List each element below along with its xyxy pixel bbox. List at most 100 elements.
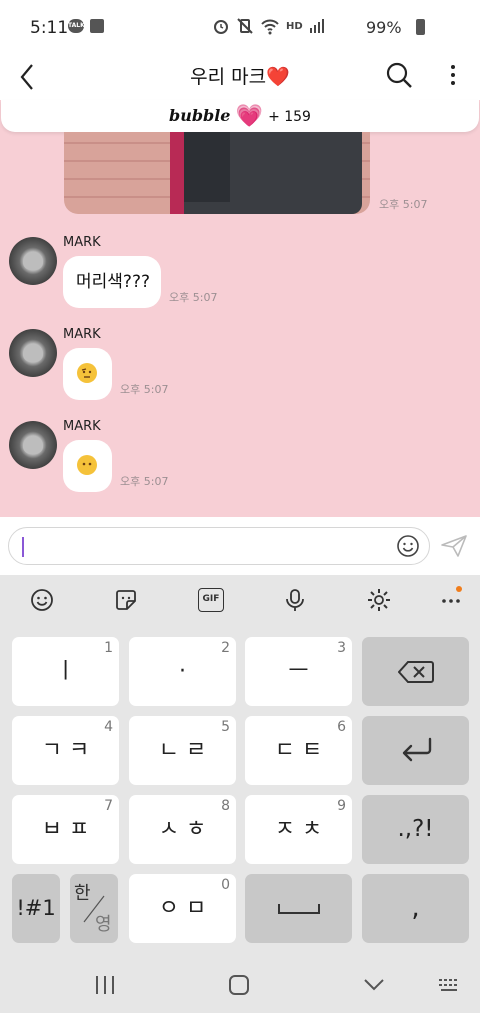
key-i[interactable]: ㅣ1 (12, 637, 119, 706)
key-label: ㅇ ㅁ (158, 896, 207, 921)
gif-icon[interactable]: GIF (198, 588, 224, 612)
message-input[interactable] (8, 527, 430, 565)
message-time: 오후 5:07 (379, 198, 428, 211)
status-bar: 5:11 TALK HD 99% (0, 0, 480, 54)
sticker-icon[interactable] (113, 587, 139, 613)
enter-icon (402, 737, 431, 762)
more-vertical-icon[interactable] (444, 60, 462, 90)
sender-name: MARK (63, 327, 101, 342)
lang-english-label: 영 (95, 914, 112, 935)
backspace-key[interactable] (362, 637, 469, 706)
emoji-icon[interactable] (29, 587, 55, 613)
signal-icon (309, 19, 324, 33)
search-icon[interactable] (384, 60, 414, 90)
key-dot[interactable]: · 2 (129, 637, 236, 706)
space-key[interactable] (245, 874, 352, 943)
message-time: 오후 5:07 (120, 383, 169, 396)
enter-key[interactable] (362, 716, 469, 785)
alarm-icon (214, 20, 228, 34)
language-switch-key[interactable]: 한 영 (70, 874, 118, 943)
send-icon[interactable] (440, 534, 468, 558)
key-bieup-pieup[interactable]: ㅂ ㅍ 7 (12, 795, 119, 864)
key-label: ㅈ ㅊ (274, 817, 323, 842)
key-nieun-rieul[interactable]: ㄴ ㄹ 5 (129, 716, 236, 785)
wifi-icon (261, 19, 279, 35)
home-icon[interactable] (228, 974, 250, 996)
avatar[interactable] (9, 329, 57, 377)
korean-keyboard: ㅣ1 · 2 ㅡ3 ㄱ ㅋ4 ㄴ ㄹ5 ㄷ ㅌ6 ㅂ ㅍ7 ㅅ ㅎ8 ㅈ ㅊ9 .… (0, 625, 480, 955)
punctuation-key[interactable]: .,?! (362, 795, 469, 864)
key-number: 1 (104, 640, 113, 656)
message-text: 머리색??? (76, 272, 150, 292)
key-number: 0 (221, 877, 230, 893)
key-label: ㅣ (55, 659, 76, 684)
sender-name: MARK (63, 235, 101, 250)
navigation-bar (0, 955, 480, 1013)
key-number: 8 (221, 798, 230, 814)
message-bubble[interactable]: 머리색??? (63, 256, 161, 308)
avatar[interactable] (9, 237, 57, 285)
chat-title-text: 우리 마크 (190, 66, 267, 88)
chevron-down-icon[interactable] (363, 978, 385, 992)
kakaotalk-notification-icon: TALK (68, 19, 85, 33)
gallery-notification-icon (90, 19, 104, 33)
message-time: 오후 5:07 (169, 291, 218, 304)
hd-voice-icon: HD (286, 20, 303, 32)
key-label: ㄱ ㅋ (41, 738, 90, 763)
recent-apps-icon[interactable] (93, 974, 117, 996)
emoji-icon[interactable] (396, 534, 420, 558)
key-label: ㅡ (288, 659, 309, 684)
text-cursor (22, 537, 24, 557)
photo-message[interactable] (64, 132, 370, 214)
vibrate-mute-icon (237, 18, 253, 34)
key-ieung-mieum[interactable]: ㅇ ㅁ 0 (129, 874, 236, 943)
key-jieut-chieut[interactable]: ㅈ ㅊ 9 (245, 795, 352, 864)
keyboard-icon[interactable] (437, 977, 461, 993)
system-icons: HD 99% (180, 17, 480, 37)
key-number: 4 (104, 719, 113, 735)
battery-percent: 99% (366, 18, 402, 37)
message-time: 오후 5:07 (120, 475, 169, 488)
key-siot-hieut[interactable]: ㅅ ㅎ 8 (129, 795, 236, 864)
sender-name: MARK (63, 419, 101, 434)
key-label: · (179, 659, 186, 684)
photo-detail (170, 132, 184, 214)
key-number: 5 (221, 719, 230, 735)
avatar[interactable] (9, 421, 57, 469)
key-label: ㅂ ㅍ (41, 817, 90, 842)
keyboard-toolbar: GIF (0, 575, 480, 625)
no-mouth-emoji-icon (77, 455, 97, 475)
status-time: 5:11 (30, 18, 69, 38)
backspace-icon (397, 661, 434, 683)
settings-gear-icon[interactable] (366, 587, 392, 613)
key-label: ㄴ ㄹ (158, 738, 207, 763)
bubble-banner[interactable]: bubble 💗 + 159 (1, 100, 479, 132)
key-number: 2 (221, 640, 230, 656)
comma-key[interactable]: , (362, 874, 469, 943)
key-label: ㅅ ㅎ (158, 817, 207, 842)
key-number: 7 (104, 798, 113, 814)
message-input-area (0, 517, 480, 575)
chat-header: 우리 마크❤️ (0, 54, 480, 100)
notification-dot (456, 586, 462, 592)
key-number: 9 (337, 798, 346, 814)
battery-icon (416, 19, 425, 35)
key-number: 3 (337, 640, 346, 656)
key-label: ㄷ ㅌ (274, 738, 323, 763)
raised-eyebrow-emoji-icon (77, 363, 97, 383)
key-giyeok-kieuk[interactable]: ㄱ ㅋ 4 (12, 716, 119, 785)
photo-detail (184, 132, 230, 202)
notification-icons: TALK (68, 19, 104, 33)
space-icon (277, 904, 320, 914)
key-number: 6 (337, 719, 346, 735)
red-heart-icon: ❤️ (266, 66, 290, 88)
key-digeut-tieut[interactable]: ㄷ ㅌ 6 (245, 716, 352, 785)
pink-heart-icon: 💗 (235, 104, 263, 129)
message-bubble[interactable] (63, 440, 112, 492)
message-bubble[interactable] (63, 348, 112, 400)
bubble-count: + 159 (268, 109, 311, 125)
key-eu[interactable]: ㅡ3 (245, 637, 352, 706)
bubble-logo: bubble (169, 106, 231, 125)
microphone-icon[interactable] (282, 587, 308, 613)
symbols-key[interactable]: !#1 (12, 874, 60, 943)
